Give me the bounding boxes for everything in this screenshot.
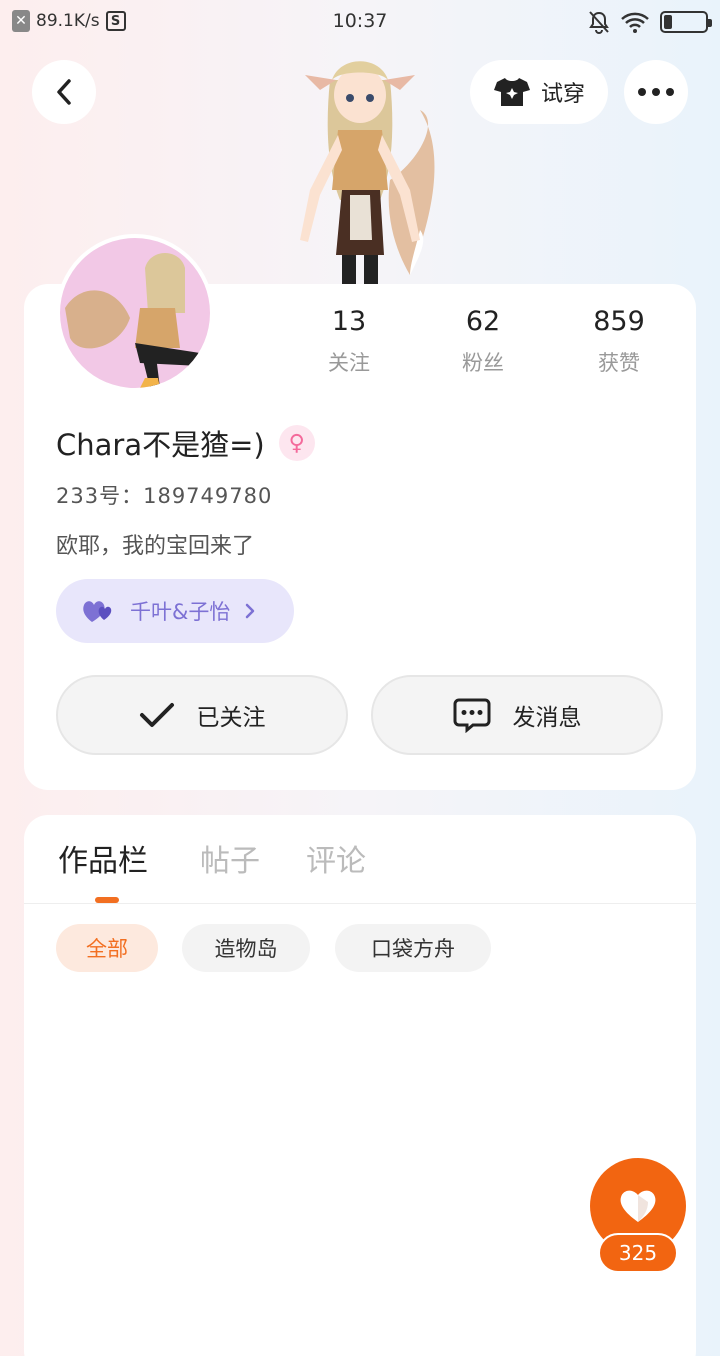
couple-label: 千叶&子怡: [130, 600, 231, 624]
couple-link-button[interactable]: 千叶&子怡: [56, 579, 294, 643]
tab-divider: [24, 903, 696, 904]
avatar[interactable]: [56, 234, 214, 392]
stat-following-label: 关注: [328, 351, 370, 375]
try-on-label: 试穿: [540, 82, 585, 107]
filter-chip-pocket-ark[interactable]: 口袋方舟: [335, 924, 491, 972]
heart-icon: [620, 1190, 656, 1222]
back-button[interactable]: [32, 60, 96, 124]
status-right: [588, 10, 712, 34]
bell-muted-icon: [589, 11, 609, 34]
try-on-button[interactable]: 试穿: [470, 60, 608, 124]
stat-likes-label: 获赞: [598, 351, 640, 375]
status-bar: ✕ 89.1K/s S 10:37: [0, 0, 720, 44]
send-message-button[interactable]: 发消息: [371, 675, 663, 755]
filter-chip-creation-island[interactable]: 造物岛: [182, 924, 310, 972]
stat-following[interactable]: 13 关注: [294, 306, 404, 377]
tab-works[interactable]: 作品栏: [58, 836, 148, 880]
username-row: Chara不是猹=) ♀: [56, 422, 315, 464]
user-id-label: 233号：: [56, 484, 144, 508]
avatar-image: [60, 238, 210, 388]
wifi-icon: [621, 12, 649, 33]
like-count: 325: [598, 1233, 678, 1273]
tab-posts[interactable]: 帖子: [200, 836, 260, 880]
female-icon: ♀: [278, 425, 315, 461]
battery-icon: [660, 11, 712, 33]
stat-likes-value: 859: [593, 306, 645, 337]
more-horizontal-icon: [638, 88, 674, 96]
stat-followers-value: 62: [465, 306, 501, 337]
more-button[interactable]: [624, 60, 688, 124]
stat-followers[interactable]: 62 粉丝: [428, 306, 538, 377]
stat-likes[interactable]: 859 获赞: [564, 306, 674, 377]
tab-comments[interactable]: 评论: [306, 836, 366, 880]
following-label: 已关注: [196, 705, 266, 731]
avatar-3d-character-image: [300, 61, 435, 286]
chevron-right-icon: [246, 603, 255, 619]
send-message-label: 发消息: [512, 705, 582, 731]
user-id-value: 189749780: [143, 484, 273, 508]
username: Chara不是猹=): [56, 428, 265, 462]
chat-bubble-icon: [453, 698, 490, 733]
filter-chip-all[interactable]: 全部: [56, 924, 158, 972]
chevron-left-icon: [57, 79, 71, 105]
battery-fill: [664, 15, 672, 29]
avatar-character-image: [65, 253, 200, 388]
user-id: 233号：189749780: [56, 480, 272, 510]
double-heart-icon: [83, 601, 112, 622]
content-card: [24, 815, 696, 1356]
user-bio: 欧耶，我的宝回来了: [56, 534, 255, 559]
following-button[interactable]: 已关注: [56, 675, 348, 755]
stat-followers-label: 粉丝: [462, 351, 504, 375]
check-icon: [139, 703, 174, 727]
shirt-icon: [493, 78, 530, 106]
stat-following-value: 13: [331, 306, 367, 337]
